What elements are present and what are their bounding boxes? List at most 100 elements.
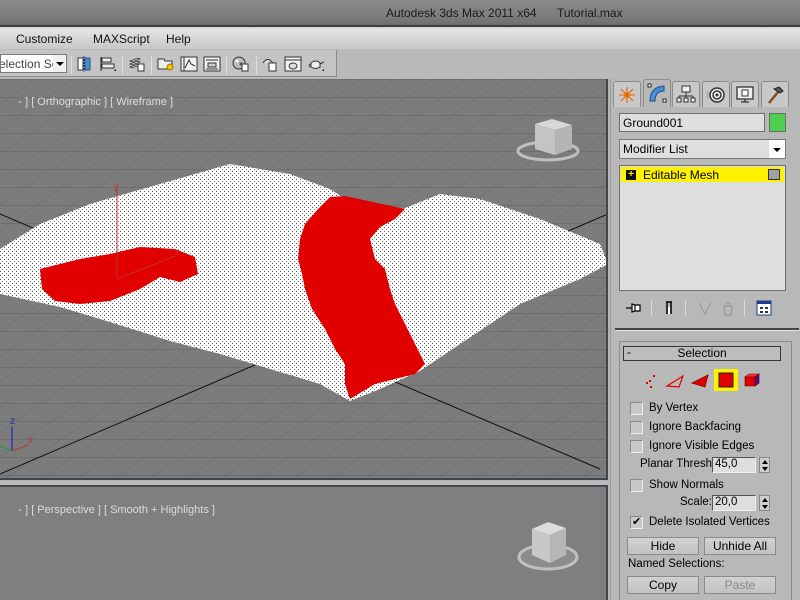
menu-maxscript[interactable]: MAXScript [93, 32, 150, 46]
polygon-subobject-icon [718, 372, 734, 388]
by-vertex-checkbox[interactable] [630, 401, 643, 415]
ignore-visible-edges-checkbox[interactable] [630, 439, 643, 453]
menu-customize[interactable]: Customize [16, 32, 73, 46]
ignore-visible-edges-checkbox-row[interactable]: Ignore Visible Edges [630, 438, 754, 454]
title-bar: Autodesk 3ds Max 2011 x64 Tutorial.max [0, 0, 800, 27]
expand-plus-icon[interactable]: + [626, 170, 636, 180]
tab-utilities[interactable] [761, 81, 789, 107]
configure-modifier-sets-icon[interactable] [755, 299, 773, 317]
named-selections-label: Named Selections: [628, 558, 725, 570]
tab-hierarchy[interactable] [672, 81, 700, 107]
delete-isolated-vertices-checkbox[interactable] [630, 515, 643, 529]
copy-button[interactable]: Copy [627, 576, 699, 594]
by-vertex-checkbox-row[interactable]: By Vertex [630, 400, 698, 416]
stack-item-editable-mesh[interactable]: + Editable Mesh [621, 167, 784, 182]
element-subobject-icon[interactable] [740, 369, 764, 391]
by-vertex-label: By Vertex [649, 402, 699, 414]
object-color-swatch[interactable] [769, 113, 786, 132]
create-star-icon [619, 87, 635, 103]
motion-icon [707, 87, 725, 103]
viewport-shading-label[interactable]: [ Wireframe ] [110, 96, 173, 108]
menu-bar: Customize MAXScript Help [0, 29, 800, 49]
stack-toolbar-divider [685, 300, 686, 316]
stack-toolbar-divider [651, 300, 652, 316]
edge-subobject-icon[interactable] [664, 369, 688, 391]
show-normals-checkbox[interactable] [630, 478, 643, 492]
viewport-orthographic[interactable]: y x z x - ] [ Orthographic] [Wireframe… [0, 79, 608, 480]
remove-modifier-icon [723, 302, 733, 316]
show-end-result-icon[interactable] [660, 299, 678, 317]
toolbar-divider [226, 56, 227, 74]
planar-thresh-spinner-row: Planar Thresh: 45,0 [620, 457, 790, 473]
viewport-menu-label[interactable]: - ] [18, 96, 28, 108]
scene-explorer-icon[interactable] [157, 55, 175, 73]
mirror-icon[interactable] [75, 55, 93, 73]
viewcube[interactable] [0, 487, 608, 600]
modifier-stack-toolbar [619, 297, 789, 319]
spinner-down-icon [762, 467, 768, 471]
rendered-frame-window-icon[interactable] [284, 55, 302, 73]
menu-help[interactable]: Help [166, 32, 191, 46]
toolbar-strip: Selection Se [0, 50, 337, 77]
ignore-backfacing-checkbox-row[interactable]: Ignore Backfacing [630, 419, 741, 435]
toolbar-divider [151, 56, 152, 74]
schematic-view-icon[interactable] [203, 55, 221, 73]
delete-isolated-vertices-checkbox-row[interactable]: Delete Isolated Vertices [630, 514, 770, 530]
stack-item-swatch [768, 169, 780, 180]
command-panel-tabs [611, 79, 800, 107]
unhide-all-button[interactable]: Unhide All [704, 537, 776, 555]
render-setup-icon[interactable] [261, 55, 279, 73]
polygon-subobject-button[interactable] [714, 369, 738, 391]
layer-manager-icon[interactable] [128, 55, 146, 73]
align-icon[interactable] [99, 55, 117, 73]
object-name-input[interactable]: Ground001 [619, 113, 765, 132]
display-monitor-icon [736, 86, 754, 103]
modify-bend-icon [647, 83, 667, 103]
scale-label: Scale: [680, 496, 712, 508]
stack-item-label: Editable Mesh [643, 168, 720, 182]
vertex-subobject-icon[interactable] [640, 369, 664, 391]
file-name: Tutorial.max [557, 6, 623, 20]
pin-stack-icon[interactable] [625, 299, 643, 317]
tab-modify[interactable] [643, 79, 671, 107]
spinner-down-icon [762, 505, 768, 509]
show-normals-checkbox-row[interactable]: Show Normals [630, 477, 724, 493]
ignore-backfacing-label: Ignore Backfacing [649, 421, 742, 433]
rollout-title: Selection [677, 346, 727, 360]
scale-spinner-row: Scale: 20,0 [620, 495, 790, 511]
utilities-hammer-icon [768, 86, 784, 104]
show-normals-label: Show Normals [649, 479, 724, 491]
selection-rollout-header[interactable]: - Selection [623, 346, 781, 361]
toolbar-divider [71, 56, 72, 74]
render-teapot-icon[interactable] [307, 55, 325, 73]
toolbar-divider [256, 56, 257, 74]
planar-thresh-label: Planar Thresh: [640, 458, 716, 470]
make-unique-icon [698, 302, 712, 316]
viewport-perspective[interactable]: - ] [ Perspective ] [ Smooth + Highlight… [0, 485, 608, 600]
named-selection-set-dropdown[interactable]: Selection Se [0, 54, 67, 73]
curve-editor-icon[interactable] [180, 55, 198, 73]
face-subobject-icon[interactable] [689, 369, 713, 391]
scale-spinner[interactable] [759, 495, 770, 511]
toolbar-divider [122, 56, 123, 74]
modifier-stack[interactable]: + Editable Mesh [619, 165, 786, 291]
hide-button[interactable]: Hide [627, 537, 699, 555]
collapse-minus-icon: - [627, 345, 631, 359]
stack-toolbar-divider [744, 300, 745, 316]
material-editor-icon[interactable] [232, 55, 250, 73]
tab-motion[interactable] [702, 81, 730, 107]
spinner-up-icon [762, 460, 768, 464]
axis-x-label: x [28, 435, 33, 446]
viewport-view-label[interactable]: [ Orthographic ] [31, 96, 107, 108]
panel-divider [615, 328, 799, 331]
tab-create[interactable] [613, 81, 641, 107]
ignore-backfacing-checkbox[interactable] [630, 420, 643, 434]
command-panel: Ground001 Modifier List + Editable Mesh [610, 79, 800, 600]
main-toolbar: Selection Se [0, 49, 800, 79]
planar-thresh-input[interactable]: 45,0 [712, 457, 756, 473]
paste-button: Paste [704, 576, 776, 594]
tab-display[interactable] [731, 81, 759, 107]
scale-input[interactable]: 20,0 [712, 495, 756, 511]
planar-thresh-spinner[interactable] [759, 457, 770, 473]
modifier-list-dropdown[interactable]: Modifier List [619, 139, 786, 159]
